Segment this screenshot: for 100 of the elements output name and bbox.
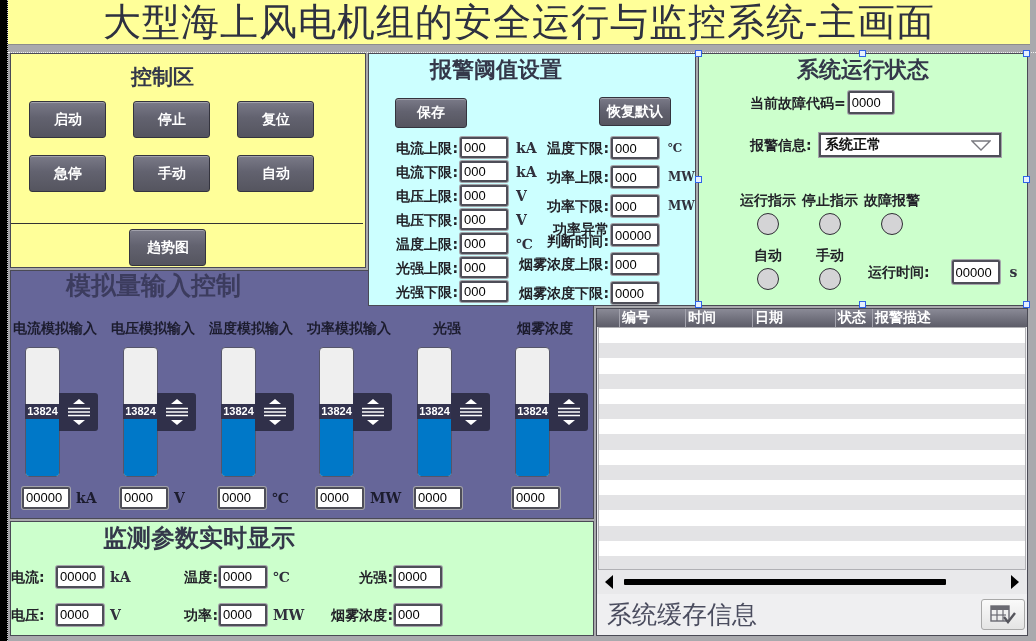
slider-handle[interactable] — [451, 392, 490, 431]
unit-label: kA — [516, 139, 537, 156]
value-field[interactable]: 000 — [460, 233, 508, 255]
value-field[interactable]: 000 — [611, 253, 659, 276]
value-field[interactable]: 000 — [611, 137, 659, 160]
table-check-icon — [990, 605, 1016, 624]
selection-handle[interactable] — [695, 50, 702, 57]
scroll-right-icon[interactable] — [1011, 575, 1019, 589]
field-label: 电压上限: — [395, 187, 458, 204]
screen-title: 大型海上风电机组的安全运行与监控系统-主画面 — [102, 0, 936, 44]
field-label: 烟雾浓度上限: — [519, 256, 609, 273]
value-field[interactable]: 000 — [611, 166, 659, 189]
slider-handle[interactable] — [255, 392, 294, 431]
slider-handle[interactable] — [549, 392, 588, 431]
value-field[interactable]: 0000 — [512, 486, 560, 509]
control-button[interactable]: 急停 — [29, 155, 106, 193]
field-label: 电压: — [11, 606, 46, 623]
value-field[interactable]: 0000 — [120, 486, 168, 509]
value-field[interactable]: 0000 — [56, 603, 104, 626]
field-label: 烟雾浓度: — [330, 606, 393, 623]
field-label: 功率: — [183, 606, 218, 623]
panel-title: 控制区 — [131, 65, 194, 90]
field-label: 功率下限: — [547, 198, 609, 215]
panel-title: 系统运行状态 — [797, 57, 929, 83]
value-field[interactable]: 000 — [460, 209, 508, 231]
slider-reading: 13824 — [417, 404, 452, 420]
value-field[interactable]: 0000 — [218, 486, 266, 509]
field-label: 电流上限: — [395, 139, 458, 156]
selection-handle[interactable] — [859, 301, 866, 308]
field-label: 光强: — [358, 568, 393, 585]
value-field[interactable]: 000 — [394, 603, 442, 626]
value-field[interactable]: 0000 — [316, 486, 364, 509]
value-field[interactable]: 0000 — [394, 565, 442, 588]
value-field[interactable]: 0000 — [219, 565, 267, 588]
indicator-label: 停止指示 — [802, 192, 858, 209]
unit-label: s — [1009, 264, 1018, 281]
value-field[interactable]: 000 — [460, 281, 508, 303]
up-down-grip-icon — [458, 397, 483, 426]
selection-handle[interactable] — [695, 175, 702, 183]
unit-label: ℃ — [272, 489, 289, 506]
channel-label: 电流模拟输入 — [13, 319, 97, 337]
slider-reading: 13824 — [319, 404, 354, 420]
save-button[interactable]: 保存 — [395, 98, 467, 129]
selection-handle[interactable] — [859, 50, 866, 57]
value-field[interactable]: 000 — [611, 195, 659, 218]
value-field[interactable]: 00000 — [56, 565, 104, 588]
control-button[interactable]: 自动 — [237, 155, 314, 193]
value-field[interactable]: 0000 — [219, 603, 267, 626]
unit-label: MW — [668, 169, 695, 186]
slider-handle[interactable] — [157, 392, 196, 431]
unit-label: MW — [668, 198, 695, 215]
value-field[interactable]: 000 — [460, 185, 508, 207]
unit-label: V — [516, 187, 527, 204]
panel-title: 报警阈值设置 — [430, 57, 562, 83]
selection-handle[interactable] — [1023, 50, 1030, 57]
field-label: 烟雾浓度下限: — [519, 285, 609, 302]
scrollbar-thumb[interactable] — [624, 579, 946, 585]
value-field[interactable]: 000 — [460, 257, 508, 279]
value-field[interactable]: 0000 — [847, 91, 894, 115]
channel-label: 电压模拟输入 — [111, 319, 195, 337]
value-field[interactable]: 00000 — [22, 486, 70, 509]
table-tool-button[interactable] — [981, 599, 1025, 630]
field-label: 电压下限: — [395, 211, 458, 228]
field-label: 运行时间: — [868, 264, 930, 281]
selection-handle[interactable] — [695, 301, 702, 308]
reset-button[interactable]: 恢复默认 — [599, 97, 671, 127]
value-field[interactable]: 0000 — [414, 486, 462, 509]
trend-button[interactable]: 趋势图 — [129, 229, 206, 267]
control-button[interactable]: 复位 — [237, 101, 314, 139]
unit-label: ℃ — [273, 568, 290, 585]
alarm-info-dropdown[interactable]: 系统正常 — [818, 133, 1001, 158]
field-label: 温度: — [183, 568, 218, 585]
field-label: 功率上限: — [547, 169, 609, 186]
control-button[interactable]: 停止 — [133, 101, 210, 139]
value-field[interactable]: 000 — [460, 161, 508, 183]
indicator-label: 故障报警 — [864, 192, 920, 209]
slider-reading: 13824 — [515, 404, 550, 420]
value-field[interactable]: 00000 — [611, 224, 659, 247]
panel-title: 模拟量输入控制 — [66, 272, 241, 301]
slider-handle[interactable] — [353, 392, 392, 431]
caret-icon — [970, 139, 991, 151]
control-button[interactable]: 启动 — [29, 101, 106, 139]
up-down-grip-icon — [164, 397, 189, 426]
panel-title: 监测参数实时显示 — [103, 524, 295, 552]
field-label: 温度上限: — [395, 235, 458, 252]
scroll-left-icon[interactable] — [605, 575, 613, 589]
unit-label: MW — [273, 606, 305, 623]
unit-label: V — [516, 211, 527, 228]
value-field[interactable]: 00000 — [951, 260, 1000, 285]
indicator-label: 手动 — [816, 247, 844, 264]
value-field[interactable]: 000 — [460, 137, 508, 159]
channel-label: 烟雾浓度 — [517, 319, 573, 337]
value-field[interactable]: 0000 — [611, 282, 659, 305]
selection-handle[interactable] — [1023, 301, 1030, 308]
selection-handle[interactable] — [1023, 175, 1030, 183]
slider-reading: 13824 — [25, 404, 60, 420]
slider-handle[interactable] — [59, 392, 98, 431]
control-button[interactable]: 手动 — [133, 155, 210, 193]
up-down-grip-icon — [360, 397, 385, 426]
up-down-grip-icon — [262, 397, 287, 426]
